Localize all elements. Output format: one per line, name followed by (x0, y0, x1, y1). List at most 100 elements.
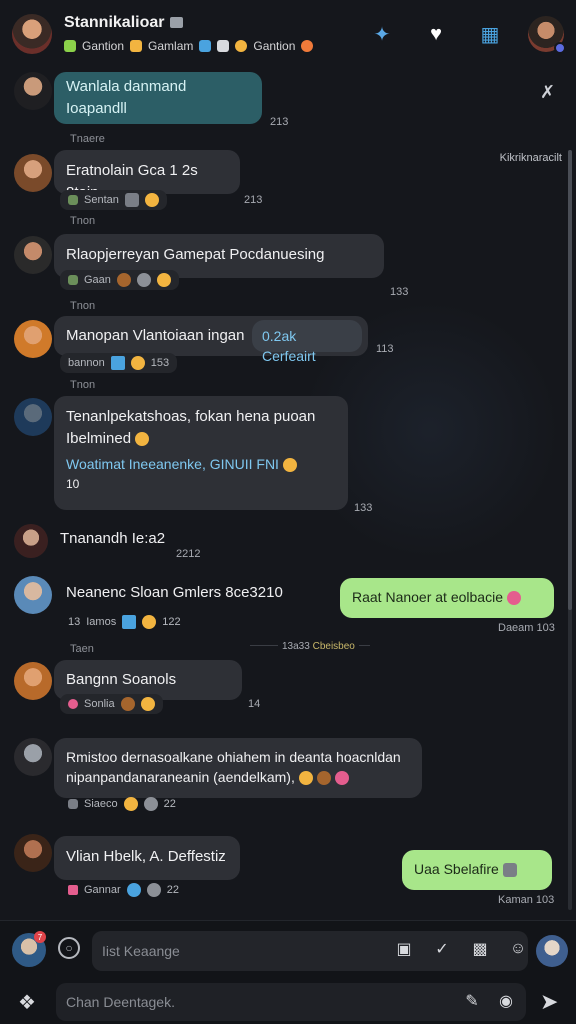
outgoing-bubble[interactable]: Uaa Sbelafire (402, 850, 552, 890)
sub-item-label[interactable]: Gantion (82, 39, 124, 53)
sticker-icon[interactable]: ◉ (496, 991, 516, 1011)
meta-emoji (140, 697, 155, 711)
message-text: Wanlala danmand Ioapandll (66, 78, 187, 117)
message-sublabel: Tnon (70, 300, 96, 312)
meta-label: Sonlia (84, 698, 115, 710)
message-time: 213 (270, 116, 289, 128)
message-time: 133 (390, 286, 409, 298)
meta-emoji (122, 615, 137, 629)
navigate-icon[interactable]: ❖ (14, 989, 40, 1015)
gift-icon[interactable]: ▩ (470, 939, 490, 959)
avatar[interactable] (14, 738, 52, 776)
message-bubble[interactable]: Vlian Hbelk, A. Deffestiz (54, 836, 240, 880)
avatar[interactable] (14, 834, 52, 872)
secondary-icons: ✎ ◉ (462, 991, 516, 1011)
meta-number: 153 (150, 357, 170, 369)
sub-item-icon (235, 40, 248, 52)
mention-text: 0.2ak Cerfeairt (262, 328, 316, 365)
message-text: Tnanandh Ie:a2 (60, 530, 166, 547)
sub-item-label[interactable]: Gantion (253, 39, 295, 53)
emoji-icon[interactable]: ☺ (508, 939, 528, 959)
sub-item-icon (130, 40, 143, 52)
sub-item-icon (217, 40, 230, 52)
emoji (282, 457, 297, 472)
meta-emoji (126, 883, 141, 897)
message-time: 213 (244, 194, 263, 206)
meta-emoji (146, 883, 161, 897)
channel-title-text: Stannikalioar (64, 14, 165, 31)
meta-label: bannon (68, 357, 105, 369)
notification-badge: 7 (34, 931, 46, 943)
avatar[interactable] (14, 662, 52, 700)
pen-icon[interactable]: ✎ (462, 991, 482, 1011)
camera-icon[interactable]: ▣ (394, 939, 414, 959)
message-bubble[interactable]: Tenanlpekatshoas, fokan hena puoan Ibelm… (54, 396, 348, 510)
sub-item-icon (199, 40, 212, 52)
emoji (298, 770, 313, 785)
channel-title: Stannikalioar (64, 14, 184, 32)
avatar[interactable] (14, 398, 52, 436)
avatar[interactable] (14, 72, 52, 110)
meta-emoji (68, 885, 78, 895)
meta-emoji (68, 799, 78, 809)
close-icon[interactable]: ✗ (540, 82, 555, 103)
message-meta: Gaan (60, 270, 179, 290)
avatar[interactable] (14, 154, 52, 192)
avatar[interactable] (14, 320, 52, 358)
message-bubble[interactable]: Rmistoo dernasoalkane ohiahem in deanta … (54, 738, 422, 798)
pin-icon[interactable]: ✦ (366, 18, 398, 50)
message-meta: bannon 153 (60, 353, 178, 373)
emoji (316, 770, 331, 785)
meta-label: Iamos (86, 616, 117, 628)
message-time: Daeam 103 (498, 622, 555, 634)
user-avatar[interactable] (528, 16, 566, 54)
channel-avatar[interactable] (12, 14, 52, 54)
emoji (506, 591, 521, 606)
meta-emoji (120, 697, 135, 711)
meta-emoji (144, 193, 159, 207)
message-meta: Siaeco 22 (60, 794, 184, 814)
message-meta: 13 Iamos 122 (60, 612, 189, 632)
add-icon[interactable]: ○ (58, 937, 80, 959)
meta-label: Gannar (84, 884, 121, 896)
secondary-input-box: ✎ ◉ (56, 983, 526, 1021)
secondary-input[interactable] (56, 983, 336, 1021)
outgoing-bubble[interactable]: Raat Nanoer at eolbacie (340, 578, 554, 618)
composer-row2: ❖ ✎ ◉ ➤ (0, 979, 576, 1024)
message-input[interactable] (92, 931, 372, 971)
message-text: Neanenc Sloan Gmlers 8ce3210 (66, 584, 283, 601)
message-link[interactable]: Woatimat Ineeanenke, GINUII FNI (66, 454, 336, 474)
message-number: 10 (66, 476, 80, 491)
right-label: Kikriknaracilt (499, 152, 562, 164)
meta-label: Gaan (84, 274, 111, 286)
scrollbar-thumb[interactable] (568, 150, 572, 610)
header-actions: ✦ ♥ ▦ (366, 16, 566, 54)
avatar[interactable] (14, 524, 48, 558)
message-sublabel: Taen (70, 643, 94, 655)
mention-chip[interactable]: 0.2ak Cerfeairt (252, 320, 362, 364)
heart-icon[interactable]: ♥ (420, 18, 452, 50)
message-sublabel: Tnaere (70, 133, 105, 145)
check-icon[interactable]: ✓ (432, 939, 452, 959)
message-bubble[interactable]: Eratnolain Gca 1 2s 8tain (54, 150, 240, 201)
message-text: Manopan Vlantoiaan ingan (66, 327, 245, 344)
profile-avatar[interactable] (536, 935, 568, 967)
message-sublabel: Tnon (70, 379, 96, 391)
message-time: 133 (354, 502, 373, 514)
send-icon[interactable]: ➤ (540, 989, 558, 1015)
message-meta: Gannar 22 (60, 880, 187, 900)
avatar[interactable] (14, 236, 52, 274)
channel-subitems: Gantion Gamlam Gantion (64, 39, 314, 53)
split-icon[interactable]: ▦ (474, 18, 506, 50)
message-time: 113 (376, 343, 394, 355)
divider-left: 13a33 Cbeisbeo (278, 641, 359, 652)
meta-emoji (136, 273, 151, 287)
avatar[interactable] (14, 576, 52, 614)
message-bubble[interactable]: Wanlala danmand Ioapandll (54, 72, 262, 124)
meta-label: Siaeco (84, 798, 118, 810)
sub-item-icon (301, 40, 314, 52)
message-meta: Sonlia (60, 694, 163, 714)
emoji (135, 431, 150, 446)
sub-item-label[interactable]: Gamlam (148, 39, 193, 53)
meta-prefix: 13 (68, 616, 81, 628)
